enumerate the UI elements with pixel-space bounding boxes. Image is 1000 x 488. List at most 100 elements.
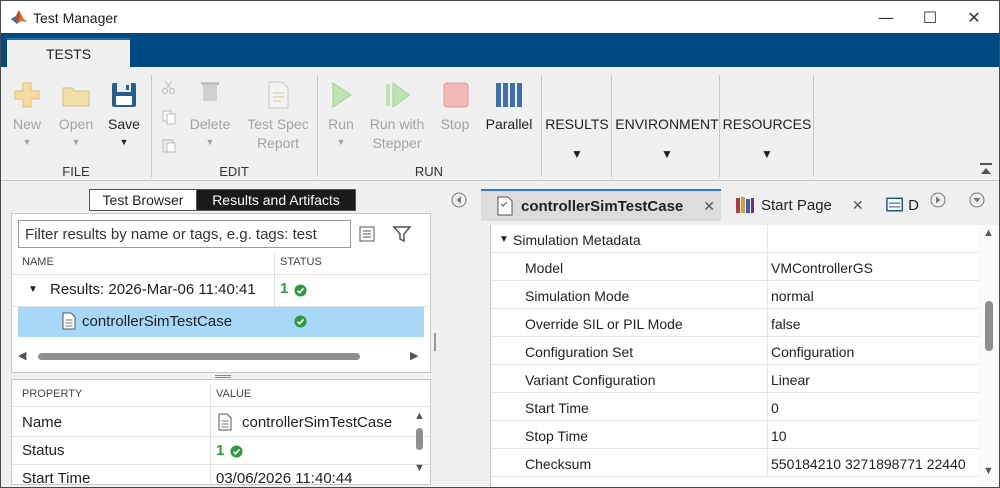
tab-start-page[interactable]: Start Page ✕: [735, 189, 871, 221]
chevron-down-icon: ▼: [761, 147, 773, 161]
run-with-stepper-button[interactable]: Run with Stepper: [365, 67, 429, 161]
tab-controller-sim-test-case[interactable]: controllerSimTestCase ✕: [481, 189, 721, 221]
vertical-scrollbar[interactable]: ▲ ▼: [979, 225, 999, 487]
tab-scroll-left-icon[interactable]: [451, 192, 467, 208]
chevron-down-icon: ▼: [336, 137, 346, 147]
filter-results-input[interactable]: Filter results by name or tags, e.g. tag…: [18, 220, 351, 248]
parallel-label: Parallel: [485, 116, 533, 132]
save-disk-icon: [112, 83, 136, 107]
row-key: Override SIL or PIL Mode: [525, 316, 683, 332]
scroll-down-icon[interactable]: ▼: [414, 462, 425, 474]
section-header-row[interactable]: ▼ Simulation Metadata: [491, 225, 979, 253]
chevron-down-icon[interactable]: ▼: [499, 234, 509, 245]
tab-label: D: [908, 196, 919, 214]
list-options-icon[interactable]: [358, 225, 376, 243]
results-label: RESULTS: [545, 116, 609, 132]
chevron-down-icon[interactable]: ▼: [28, 284, 38, 295]
open-button[interactable]: Open ▼: [53, 67, 99, 161]
scroll-down-icon[interactable]: ▼: [983, 465, 994, 477]
close-tab-icon[interactable]: ✕: [852, 197, 864, 214]
row-divider: [12, 406, 430, 407]
table-row: Variant Configuration Linear: [491, 365, 979, 393]
title-bar: Test Manager — ☐ ✕: [1, 1, 999, 33]
play-icon: [332, 82, 352, 108]
filter-funnel-icon[interactable]: [392, 224, 412, 244]
stop-icon: [443, 82, 469, 108]
run-button[interactable]: Run ▼: [323, 67, 359, 161]
row-key: Model: [525, 260, 564, 276]
divider: [611, 75, 612, 177]
close-tab-icon[interactable]: ✕: [703, 198, 715, 215]
resources-menu[interactable]: RESOURCES ▼: [723, 67, 812, 161]
environment-label: ENVIRONMENT: [615, 116, 719, 132]
test-spec-label-1: Test Spec: [247, 116, 309, 132]
status-count: 1: [280, 280, 289, 297]
tab-list-dropdown-icon[interactable]: [969, 192, 985, 208]
save-label: Save: [108, 116, 140, 132]
cut-icon[interactable]: [161, 79, 177, 95]
maximize-button[interactable]: ☐: [907, 3, 953, 31]
tab-d[interactable]: D: [885, 189, 919, 221]
row-key: Configuration Set: [525, 344, 634, 360]
results-node-label: Results: 2026-Mar-06 11:40:41: [50, 281, 256, 298]
scroll-left-icon[interactable]: ◀: [18, 349, 26, 362]
divider: [151, 75, 152, 177]
test-file-icon: [497, 196, 513, 216]
table-row: Override SIL or PIL Mode false: [491, 309, 979, 337]
tab-scroll-right-icon[interactable]: [930, 192, 946, 208]
collapse-toolstrip-icon[interactable]: [979, 162, 993, 176]
splitter-handle[interactable]: [215, 375, 231, 378]
chevron-down-icon: ▼: [71, 137, 81, 147]
window-title: Test Manager: [33, 10, 118, 26]
parallel-button[interactable]: Parallel: [481, 67, 537, 161]
environment-menu[interactable]: ENVIRONMENT ▼: [615, 67, 719, 161]
section-title: Simulation Metadata: [513, 232, 641, 248]
chevron-down-icon: ▼: [571, 147, 583, 161]
edit-section-label: EDIT: [219, 164, 249, 179]
new-button[interactable]: New ▼: [7, 67, 47, 161]
stepper-label-2: Stepper: [372, 135, 422, 151]
horizontal-scrollbar[interactable]: ◀ ▶: [18, 348, 424, 364]
scrollbar-thumb[interactable]: [38, 353, 360, 360]
scroll-up-icon[interactable]: ▲: [983, 227, 994, 239]
table-row: Checksum 550184210 3271898771 22440: [491, 449, 979, 477]
new-label: New: [12, 116, 41, 132]
minimize-button[interactable]: —: [863, 3, 909, 31]
property-status-label: Status: [22, 442, 65, 459]
save-button[interactable]: Save ▼: [103, 67, 145, 161]
divider: [719, 75, 720, 177]
plus-icon: [14, 82, 40, 108]
copy-icon[interactable]: [161, 109, 177, 125]
tree-row-test-case[interactable]: controllerSimTestCase: [18, 307, 424, 337]
stop-button[interactable]: Stop: [435, 67, 475, 161]
chevron-down-icon: ▼: [119, 137, 129, 147]
row-key: Variant Configuration: [525, 372, 656, 388]
row-divider: [12, 464, 430, 465]
column-divider: [767, 253, 768, 281]
data-inspector-icon: [886, 197, 903, 212]
scroll-right-icon[interactable]: ▶: [410, 349, 418, 362]
panel-splitter-handle[interactable]: [434, 333, 436, 351]
parallel-icon: [496, 83, 522, 107]
paste-icon[interactable]: [161, 137, 177, 153]
tab-results-and-artifacts[interactable]: Results and Artifacts: [196, 189, 356, 211]
scroll-up-icon[interactable]: ▲: [414, 410, 425, 422]
scrollbar-thumb[interactable]: [416, 428, 423, 450]
report-icon: [268, 81, 289, 109]
close-button[interactable]: ✕: [951, 3, 997, 31]
column-divider: [210, 384, 211, 484]
property-start-time-value: 03/06/2026 11:40:44: [216, 470, 353, 485]
test-spec-report-button[interactable]: Test Spec Report: [243, 67, 313, 161]
table-row: Model VMControllerGS: [491, 253, 979, 281]
tab-tests[interactable]: TESTS: [7, 38, 130, 68]
scrollbar-thumb[interactable]: [985, 301, 993, 351]
tab-test-browser[interactable]: Test Browser: [89, 189, 197, 211]
tree-row-results[interactable]: ▼ Results: 2026-Mar-06 11:40:41 1: [12, 275, 430, 306]
property-column-header: PROPERTY: [22, 388, 83, 400]
delete-button[interactable]: Delete ▼: [185, 67, 235, 161]
row-key: Stop Time: [525, 428, 589, 444]
results-menu[interactable]: RESULTS ▼: [545, 67, 609, 161]
metadata-content: ▼ Simulation Metadata Model VMControllerG…: [490, 225, 999, 487]
property-name-value: controllerSimTestCase: [242, 414, 393, 431]
vertical-scrollbar[interactable]: ▲ ▼: [412, 410, 428, 480]
